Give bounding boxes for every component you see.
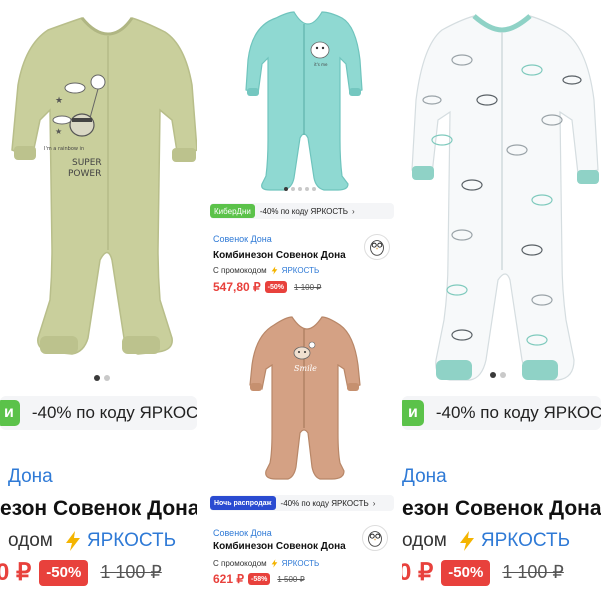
discount-badge: -50% <box>441 559 491 586</box>
product-card-left[interactable]: ★ ★ I'm a rainbow in SUPER POWER и -40% … <box>0 0 197 600</box>
product-card-mid-bottom[interactable]: Smile Ночь распродаж -40% по коду ЯРКОСТ… <box>204 303 398 600</box>
price: 547,80 ₽ <box>213 280 261 294</box>
promo-code-line: С промокодом ЯРКОСТЬ <box>213 559 319 568</box>
old-price: 1 100 ₽ <box>502 562 564 582</box>
promo-code: ЯРКОСТЬ <box>281 559 320 568</box>
brand-owl-logo-icon[interactable] <box>364 234 390 260</box>
product-title[interactable]: Комбинезон Совенок Дона <box>213 250 346 261</box>
carousel-dot[interactable] <box>500 372 506 378</box>
print-mid-top: it's me <box>314 62 328 67</box>
promo-tag: Ночь распродаж <box>210 496 276 510</box>
print-line3: POWER <box>68 169 101 179</box>
promo-code: ЯРКОСТЬ <box>480 530 571 551</box>
old-price: 1 500 ₽ <box>277 574 305 584</box>
product-title[interactable]: езон Совенок Дона <box>402 497 601 521</box>
promo-code: ЯРКОСТЬ <box>86 530 177 551</box>
promo-code: ЯРКОСТЬ <box>281 266 320 275</box>
carousel-dot[interactable] <box>312 187 316 191</box>
promo-prefix: одом <box>8 530 53 551</box>
print-line2: SUPER <box>72 158 102 168</box>
promo-code-line: С промокодом ЯРКОСТЬ <box>213 266 319 275</box>
print-line1: I'm a rainbow in <box>44 146 84 152</box>
promo-text: -40% по коду ЯРКОСТЬ <box>259 206 349 216</box>
svg-text:★: ★ <box>55 96 63 106</box>
promo-prefix: одом <box>402 530 447 551</box>
promo-text: -40% по коду ЯРКОСТЬ <box>280 498 369 508</box>
promo-strip[interactable]: и -40% по коду ЯРКОСТЬ <box>402 396 601 430</box>
promo-tag: и <box>0 400 20 426</box>
lightning-icon <box>271 559 278 568</box>
brand-name[interactable]: Совенок Дона <box>213 528 272 538</box>
carousel-dot[interactable] <box>104 375 110 381</box>
carousel-dot[interactable] <box>291 187 295 191</box>
discount-badge: -58% <box>248 573 271 585</box>
promo-tag: и <box>402 400 424 426</box>
promo-prefix: С промокодом <box>213 266 267 275</box>
promo-strip[interactable]: КиберДни -40% по коду ЯРКОСТЬ › <box>210 203 394 219</box>
brand-name[interactable]: Совенок Дона <box>213 234 272 244</box>
product-photo-cloud-romper[interactable] <box>402 0 601 395</box>
price: 0 ₽ <box>0 559 32 586</box>
product-photo-mint-romper[interactable]: it's me <box>204 0 398 200</box>
promo-strip[interactable]: Ночь распродаж -40% по коду ЯРКОСТЬ › <box>210 495 394 511</box>
chevron-right-icon: › <box>352 206 355 216</box>
carousel-dots <box>490 372 506 378</box>
carousel-dot[interactable] <box>284 187 288 191</box>
chevron-right-icon: › <box>372 498 376 508</box>
promo-text: -40% по коду ЯРКОСТЬ <box>435 403 601 422</box>
print-mid-bottom: Smile <box>294 364 317 373</box>
promo-strip[interactable]: и -40% по коду ЯРКОСТ <box>0 396 197 430</box>
product-photo-olive-romper[interactable]: ★ ★ I'm a rainbow in SUPER POWER <box>0 0 197 395</box>
lightning-icon <box>65 531 80 551</box>
carousel-dot[interactable] <box>94 375 100 381</box>
price-line: 0 ₽ -50% 1 100 ₽ <box>0 558 162 587</box>
promo-prefix: С промокодом <box>213 559 267 568</box>
carousel-dots <box>94 375 110 381</box>
product-title[interactable]: езон Совенок Дона <box>0 497 197 521</box>
discount-badge: -50% <box>264 281 288 293</box>
brand-name[interactable]: Дона <box>402 466 447 488</box>
product-grid: ★ ★ I'm a rainbow in SUPER POWER и -40% … <box>0 0 601 600</box>
promo-code-line: одом ЯРКОСТЬ <box>8 530 176 552</box>
old-price: 1 100 ₽ <box>100 562 162 582</box>
brand-name[interactable]: Дона <box>8 466 53 488</box>
promo-tag: КиберДни <box>210 204 255 218</box>
price: 621 ₽ <box>213 572 244 586</box>
promo-text: -40% по коду ЯРКОСТ <box>31 403 197 422</box>
lightning-icon <box>459 531 474 551</box>
svg-text:★: ★ <box>55 127 62 136</box>
carousel-dot[interactable] <box>305 187 309 191</box>
price: 0 ₽ <box>402 559 434 586</box>
carousel-dot[interactable] <box>490 372 496 378</box>
product-photo-tan-romper[interactable]: Smile <box>204 303 398 488</box>
promo-code-line: одом ЯРКОСТЬ <box>402 530 570 552</box>
price-line: 0 ₽ -50% 1 100 ₽ <box>402 558 564 587</box>
old-price: 1 100 ₽ <box>294 282 322 292</box>
carousel-dots <box>284 187 316 191</box>
product-card-right[interactable]: и -40% по коду ЯРКОСТЬ Дона езон Совенок… <box>402 0 601 600</box>
product-card-mid-top[interactable]: it's me КиберДни -40% по коду ЯРКОСТЬ › … <box>204 0 398 300</box>
product-title[interactable]: Комбинезон Совенок Дона <box>213 541 346 552</box>
lightning-icon <box>271 266 278 275</box>
price-line: 547,80 ₽ -50% 1 100 ₽ <box>213 280 321 294</box>
discount-badge: -50% <box>39 559 89 586</box>
carousel-dot[interactable] <box>298 187 302 191</box>
price-line: 621 ₽ -58% 1 500 ₽ <box>213 572 305 586</box>
brand-owl-logo-icon[interactable] <box>362 525 388 551</box>
garment-print-owl <box>310 41 330 59</box>
